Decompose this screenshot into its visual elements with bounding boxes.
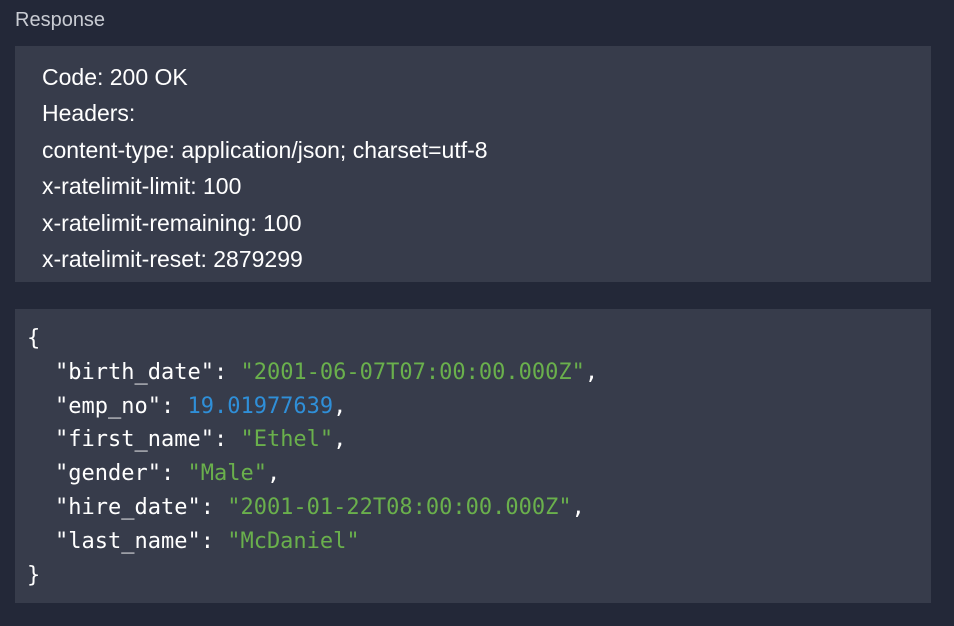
- json-key: "emp_no": [55, 393, 161, 419]
- response-headers-box: Code: 200 OK Headers: content-type: appl…: [15, 46, 931, 282]
- header-content-type: content-type: application/json; charset=…: [42, 136, 488, 163]
- json-comma: ,: [571, 494, 585, 520]
- json-key: "hire_date": [55, 494, 201, 520]
- response-title: Response: [15, 9, 106, 31]
- json-value: 19.01977639: [187, 393, 334, 419]
- json-comma: ,: [266, 461, 281, 487]
- json-close-brace: }: [27, 562, 41, 588]
- status-code-line: Code: 200 OK: [42, 64, 188, 90]
- json-comma: ,: [584, 359, 599, 385]
- json-field-birth-date: "birth_date": "2001-06-07T07:00:00.000Z"…: [27, 356, 931, 390]
- json-key: "last_name": [55, 528, 201, 554]
- json-value: "Male": [187, 461, 267, 487]
- json-colon: :: [213, 359, 241, 385]
- json-value: "Ethel": [240, 427, 334, 453]
- response-panel: Response Code: 200 OK Headers: content-t…: [0, 0, 954, 626]
- json-open-brace: {: [27, 326, 41, 351]
- json-comma: ,: [333, 427, 347, 453]
- json-value: "McDaniel": [227, 528, 360, 554]
- json-colon: :: [213, 427, 241, 453]
- json-key: "birth_date": [55, 359, 214, 385]
- json-field-gender: "gender": "Male",: [27, 457, 931, 491]
- json-comma: ,: [333, 393, 347, 419]
- json-field-emp-no: "emp_no": 19.01977639,: [27, 390, 931, 424]
- header-ratelimit-limit: x-ratelimit-limit: 100: [42, 173, 242, 200]
- json-value: "2001-01-22T08:00:00.000Z": [227, 494, 572, 520]
- headers-label: Headers:: [42, 100, 136, 127]
- json-colon: :: [160, 393, 188, 419]
- response-body-box: { "birth_date": "2001-06-07T07:00:00.000…: [15, 309, 931, 603]
- json-colon: :: [200, 494, 228, 520]
- header-ratelimit-reset: x-ratelimit-reset: 2879299: [42, 246, 303, 273]
- json-field-first-name: "first_name": "Ethel",: [27, 423, 931, 457]
- json-field-hire-date: "hire_date": "2001-01-22T08:00:00.000Z",: [27, 491, 931, 525]
- header-ratelimit-remaining: x-ratelimit-remaining: 100: [42, 209, 302, 236]
- json-key: "gender": [55, 461, 161, 487]
- json-colon: :: [160, 461, 188, 487]
- json-key: "first_name": [55, 427, 214, 453]
- json-colon: :: [200, 528, 228, 554]
- json-field-last-name: "last_name": "McDaniel": [27, 525, 931, 559]
- json-value: "2001-06-07T07:00:00.000Z": [240, 359, 585, 385]
